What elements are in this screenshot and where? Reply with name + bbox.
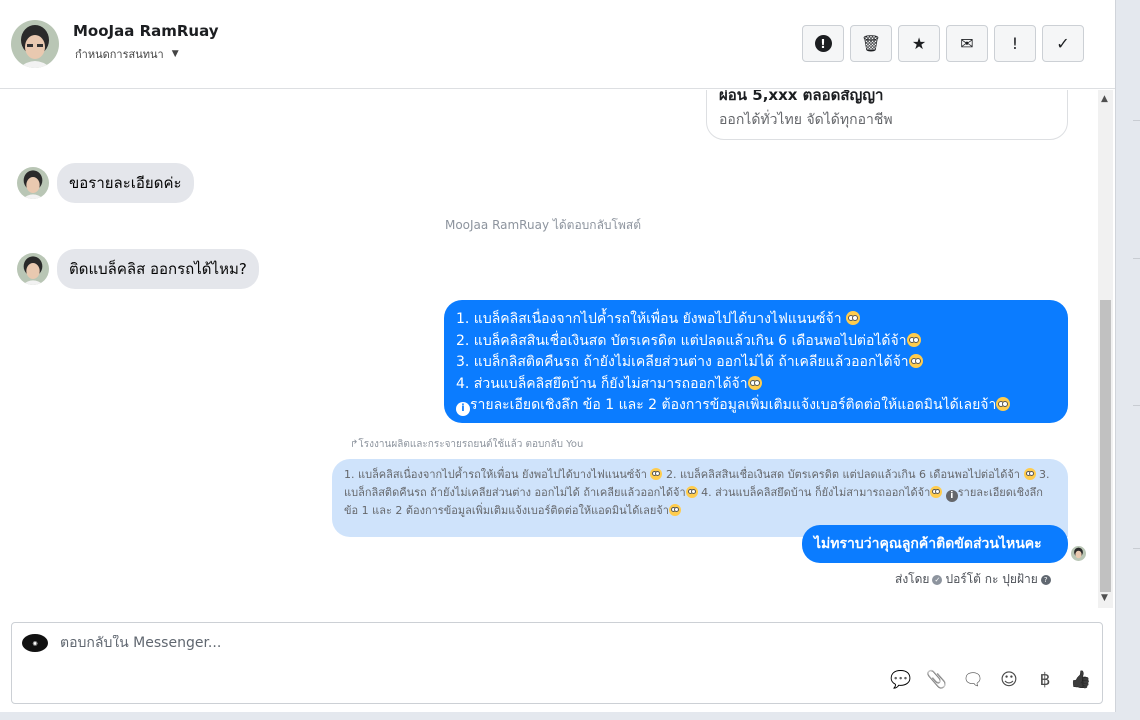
delete-button[interactable]: 🗑 <box>850 25 892 62</box>
scroll-up-icon[interactable]: ▲ <box>1101 94 1108 104</box>
contact-avatar[interactable] <box>11 20 59 68</box>
quoted-text: 4. ส่วนแบล็คลิสยึดบ้าน ก็ยังไม่สามารถออก… <box>697 486 931 499</box>
nerd-emoji-icon <box>846 311 861 325</box>
reply-input[interactable] <box>60 635 760 651</box>
quoted-text: 1. แบล็คลิสเนื่องจากไปค้ำรถให้เพื่อน ยัง… <box>344 468 647 481</box>
paperclip-icon: 📎 <box>926 670 948 690</box>
quick-reply-button[interactable]: 🗨 <box>962 669 984 691</box>
saved-reply-button[interactable]: 💬 <box>890 669 912 691</box>
contact-avatar-small <box>17 167 49 199</box>
nerd-emoji-icon <box>650 468 663 480</box>
message-thread[interactable]: ผ่อน 5,xxx ตลอดสัญญา ออกได้ทั่วไทย จัดได… <box>0 90 1098 608</box>
nerd-emoji-icon <box>996 397 1011 411</box>
post-subtitle: ออกได้ทั่วไทย จัดได้ทุกอาชีพ <box>719 112 893 128</box>
thumbs-up-icon: 👍 <box>1070 670 1092 690</box>
message-line: 2. แบล็คลิสสินเชื่อเงินสด บัตรเครดิต แต่… <box>456 332 907 349</box>
scrollbar-thumb[interactable] <box>1100 300 1111 592</box>
nerd-emoji-icon <box>1023 468 1036 480</box>
spam-button[interactable]: ! <box>802 25 844 62</box>
post-preview-card[interactable]: ผ่อน 5,xxx ตลอดสัญญา ออกได้ทั่วไทย จัดได… <box>706 90 1068 140</box>
conversation-header: MooJaa RamRuay กำหนดการสนทนา ▼ ! 🗑 ★ ✉! ✓ <box>0 0 1115 89</box>
star-button[interactable]: ★ <box>898 25 940 62</box>
composer-tools: 💬 📎 🗨 ☺ ฿ 👍 <box>890 669 1092 691</box>
bottom-edge <box>0 712 1140 720</box>
message-line: 3. แบล็กลิสติดคืนรถ ถ้ายังไม่เคลียส่วนต่… <box>456 354 909 370</box>
thread-scrollbar[interactable]: ▲ ▼ <box>1098 90 1113 608</box>
mark-unread-button[interactable]: ✉ <box>946 25 988 62</box>
exclamation-icon: ! <box>1011 34 1019 53</box>
nerd-emoji-icon <box>930 486 943 498</box>
baht-icon: ฿ <box>1039 670 1051 690</box>
emoji-button[interactable]: ☺ <box>998 669 1020 691</box>
caret-down-icon: ▼ <box>171 49 179 59</box>
like-button[interactable]: 👍 <box>1070 669 1092 691</box>
info-icon: i <box>945 490 958 502</box>
sent-by-prefix: ส่งโดย <box>895 572 930 586</box>
message-composer: ◉ 💬 📎 🗨 ☺ ฿ 👍 <box>11 622 1103 704</box>
message-bubble[interactable]: ขอรายละเอียดค่ะ <box>57 163 194 203</box>
message-line: รายละเอียดเชิงลึก ข้อ 1 และ 2 ต้องการข้อ… <box>470 397 997 413</box>
incoming-message: ติดแบล็คลิส ออกรถได้ไหม? <box>17 249 259 289</box>
message-bubble[interactable]: ติดแบล็คลิส ออกรถได้ไหม? <box>57 249 259 289</box>
nerd-emoji-icon <box>906 332 921 347</box>
mark-done-button[interactable]: ✓ <box>1042 25 1084 62</box>
chat-dots-icon: 🗨 <box>962 670 984 690</box>
reply-label: ↱โรงงานผลิตและกระจายรถยนต์ใช้แล้ว ตอบกลั… <box>350 437 583 452</box>
reply-label-text: โรงงานผลิตและกระจายรถยนต์ใช้แล้ว ตอบกลับ… <box>358 439 584 450</box>
sent-by-name: ปอร์โต้ กะ ปุยฝ้าย <box>945 572 1038 586</box>
message-line: 4. ส่วนแบล็คลิสยึดบ้าน ก็ยังไม่สามารถออก… <box>456 375 748 392</box>
outgoing-message-bubble[interactable]: ไม่ทราบว่าคุณลูกค้าติดขัดส่วนไหนคะ <box>802 525 1068 563</box>
info-icon: i <box>456 402 470 416</box>
alert-circle-icon: ! <box>814 35 832 52</box>
star-icon: ★ <box>911 34 927 53</box>
outgoing-message-bubble[interactable]: 1. แบล็คลิสเนื่องจากไปค้ำรถให้เพื่อน ยัง… <box>444 300 1068 423</box>
help-icon[interactable]: ? <box>1040 574 1051 585</box>
follow-up-button[interactable]: ! <box>994 25 1036 62</box>
nerd-emoji-icon <box>747 375 762 390</box>
contact-name[interactable]: MooJaa RamRuay <box>73 22 219 40</box>
seen-avatar <box>1071 546 1086 561</box>
post-title: ผ่อน 5,xxx ตลอดสัญญา <box>719 90 884 104</box>
nerd-emoji-icon <box>685 486 698 498</box>
contact-avatar-small <box>17 253 49 285</box>
incoming-message: ขอรายละเอียดค่ะ <box>17 163 194 203</box>
scroll-down-icon[interactable]: ▼ <box>1101 593 1108 603</box>
smiley-icon: ☺ <box>1000 670 1018 690</box>
sent-by-label: ส่งโดย ✓ ปอร์โต้ กะ ปุยฝ้าย ? <box>895 570 1051 589</box>
envelope-icon: ✉ <box>960 34 974 53</box>
assign-label: กำหนดการสนทนา <box>75 48 164 61</box>
payment-button[interactable]: ฿ <box>1034 669 1056 691</box>
nerd-emoji-icon <box>908 354 923 368</box>
message-line: 1. แบล็คลิสเนื่องจากไปค้ำรถให้เพื่อน ยัง… <box>456 311 842 327</box>
assign-conversation-dropdown[interactable]: กำหนดการสนทนา ▼ <box>75 45 179 63</box>
quoted-text: 2. แบล็คลิสสินเชื่อเงินสด บัตรเครดิต แต่… <box>662 468 1020 481</box>
right-panel-edge <box>1115 0 1140 720</box>
saved-reply-icon: 💬 <box>890 670 912 690</box>
attach-button[interactable]: 📎 <box>926 669 948 691</box>
system-note: MooJaa RamRuay ได้ตอบกลับโพสต์ <box>444 218 642 232</box>
conversation-toolbar: ! 🗑 ★ ✉! ✓ <box>802 25 1084 62</box>
check-badge-icon: ✓ <box>932 574 943 585</box>
trash-icon: 🗑 <box>860 34 882 53</box>
check-icon: ✓ <box>1056 34 1070 53</box>
page-logo: ◉ <box>22 634 48 652</box>
nerd-emoji-icon <box>668 504 681 516</box>
